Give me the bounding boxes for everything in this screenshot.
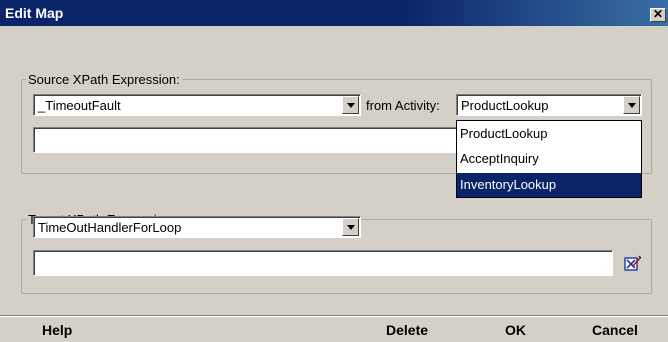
from-activity-label: from Activity: [366, 98, 440, 113]
help-button[interactable]: Help [42, 322, 72, 338]
target-variable-value: TimeOutHandlerForLoop [38, 220, 182, 235]
delete-button[interactable]: Delete [386, 322, 428, 338]
activity-option-selected[interactable]: InventoryLookup [457, 173, 641, 197]
ok-button[interactable]: OK [505, 322, 526, 338]
target-expression-field[interactable] [33, 250, 613, 276]
edit-expression-icon[interactable] [624, 254, 642, 272]
close-icon[interactable]: ✕ [650, 8, 666, 22]
source-xpath-legend: Source XPath Expression: [28, 72, 180, 87]
target-variable-combo[interactable]: TimeOutHandlerForLoop [33, 216, 361, 238]
activity-value: ProductLookup [461, 98, 549, 113]
activity-option[interactable]: ProductLookup [457, 122, 641, 146]
source-variable-value: _TimeoutFault [38, 98, 121, 113]
button-bar: Help Delete OK Cancel [0, 315, 668, 342]
activity-combo[interactable]: ProductLookup [456, 94, 642, 116]
chevron-down-icon[interactable] [342, 96, 359, 114]
window-title: Edit Map [5, 5, 64, 21]
footer-divider [0, 315, 668, 316]
chevron-down-icon[interactable] [342, 218, 359, 236]
activity-option[interactable]: AcceptInquiry [457, 147, 641, 171]
activity-dropdown-list: ProductLookup AcceptInquiry InventoryLoo… [456, 120, 642, 198]
source-variable-combo[interactable]: _TimeoutFault [33, 94, 361, 116]
cancel-button[interactable]: Cancel [592, 322, 638, 338]
chevron-down-icon[interactable] [623, 96, 640, 114]
title-bar: Edit Map ✕ [0, 0, 668, 26]
